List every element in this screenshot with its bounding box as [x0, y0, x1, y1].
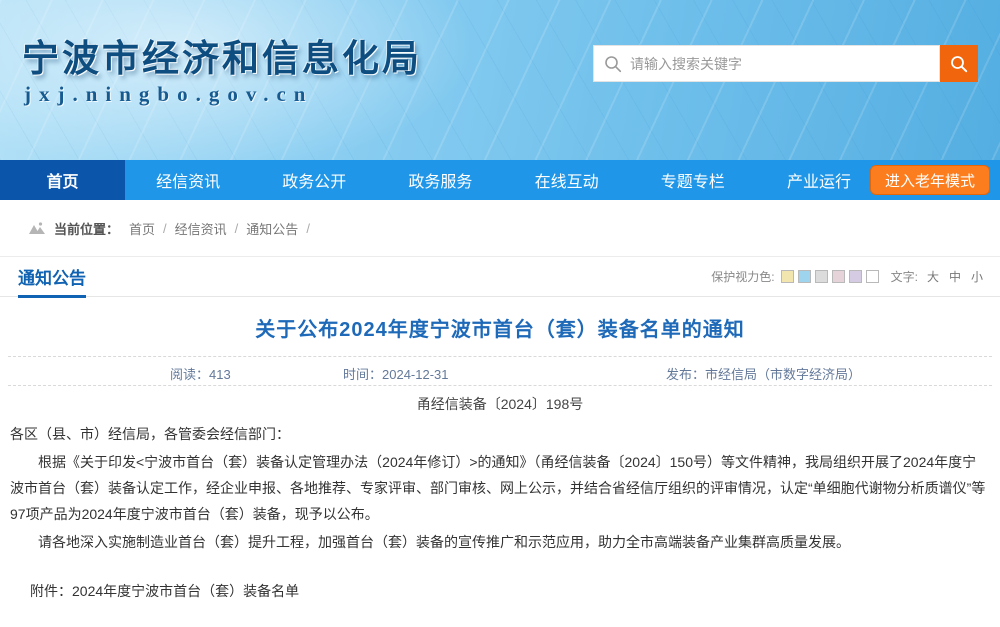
paragraph: 根据《关于印发<宁波市首台（套）装备认定管理办法（2024年修订）>的通知》（甬…: [10, 450, 990, 528]
publisher: 发布：市经信局（市数字经济局）: [666, 364, 861, 383]
eye-color-swatch-white[interactable]: [866, 270, 879, 283]
breadcrumb-notice[interactable]: 通知公告: [246, 219, 298, 238]
search-input[interactable]: [594, 46, 939, 81]
search-bar: [593, 45, 978, 82]
paragraph: 请各地深入实施制造业首台（套）提升工程，加强首台（套）装备的宣传推广和示范应用，…: [10, 530, 990, 556]
article-body: 各区（县、市）经信局，各管委会经信部门： 根据《关于印发<宁波市首台（套）装备认…: [8, 422, 992, 605]
eye-color-swatch-gray[interactable]: [815, 270, 828, 283]
nav-item-topics[interactable]: 专题专栏: [630, 160, 756, 200]
search-input-box: [593, 45, 940, 82]
breadcrumb-home[interactable]: 首页: [129, 219, 155, 238]
nav-item-gov-service[interactable]: 政务服务: [377, 160, 503, 200]
elder-mode-button[interactable]: 进入老年模式: [870, 165, 990, 195]
nav-item-gov-open[interactable]: 政务公开: [251, 160, 377, 200]
attachment-label: 附件：: [30, 583, 72, 599]
breadcrumb-separator: /: [163, 221, 167, 236]
read-label: 阅读：: [170, 367, 209, 382]
section-bar: 通知公告 保护视力色: 文字: 大 中 小: [0, 257, 1000, 297]
font-size-small[interactable]: 小: [971, 268, 983, 285]
breadcrumb: 当前位置： 首页 / 经信资讯 / 通知公告 /: [0, 200, 1000, 257]
salutation: 各区（县、市）经信局，各管委会经信部门：: [10, 422, 990, 448]
view-tools: 保护视力色: 文字: 大 中 小: [703, 268, 986, 285]
attachment-link[interactable]: 2024年度宁波市首台（套）装备名单: [72, 583, 299, 599]
article-title: 关于公布2024年度宁波市首台（套）装备名单的通知: [8, 297, 992, 356]
nav-item-interaction[interactable]: 在线互动: [504, 160, 630, 200]
site-header: 宁波市经济和信息化局 jxj.ningbo.gov.cn: [0, 0, 1000, 160]
breadcrumb-separator: /: [235, 221, 239, 236]
eye-color-swatch-blue[interactable]: [798, 270, 811, 283]
font-size-label: 文字:: [891, 268, 918, 285]
eye-color-swatch-purple[interactable]: [849, 270, 862, 283]
document-number: 甬经信装备〔2024〕198号: [8, 386, 992, 420]
font-size-medium[interactable]: 中: [949, 268, 961, 285]
publisher-label: 发布：: [666, 367, 705, 382]
eye-color-swatch-yellow[interactable]: [781, 270, 794, 283]
eye-protect-label: 保护视力色:: [711, 268, 774, 285]
search-icon: [604, 55, 622, 73]
nav-item-news[interactable]: 经信资讯: [125, 160, 251, 200]
read-count: 阅读：413: [170, 364, 231, 383]
search-button-icon: [949, 54, 969, 74]
breadcrumb-news[interactable]: 经信资讯: [175, 219, 227, 238]
font-size-large[interactable]: 大: [927, 268, 939, 285]
time-value: 2024-12-31: [382, 367, 449, 382]
publisher-value: 市经信局（市数字经济局）: [705, 367, 861, 382]
location-icon: [28, 221, 46, 235]
nav-item-home[interactable]: 首页: [0, 160, 125, 200]
breadcrumb-separator: /: [306, 221, 310, 236]
article-meta-bar: 阅读：413 时间：2024-12-31 发布：市经信局（市数字经济局）: [8, 356, 992, 386]
time-label: 时间：: [343, 367, 382, 382]
site-url: jxj.ningbo.gov.cn: [24, 82, 313, 107]
eye-color-swatch-pink[interactable]: [832, 270, 845, 283]
site-title: 宁波市经济和信息化局: [22, 28, 422, 82]
article: 关于公布2024年度宁波市首台（套）装备名单的通知 阅读：413 时间：2024…: [0, 297, 1000, 627]
main-nav: 首页 经信资讯 政务公开 政务服务 在线互动 专题专栏 产业运行 进入老年模式: [0, 160, 1000, 200]
read-value: 413: [209, 367, 231, 382]
search-button[interactable]: [940, 45, 978, 82]
section-title: 通知公告: [18, 257, 86, 297]
publish-time: 时间：2024-12-31: [343, 364, 449, 383]
nav-item-industry[interactable]: 产业运行: [756, 160, 882, 200]
attachment-line: 附件：2024年度宁波市首台（套）装备名单: [10, 579, 990, 605]
breadcrumb-label: 当前位置：: [54, 219, 119, 238]
